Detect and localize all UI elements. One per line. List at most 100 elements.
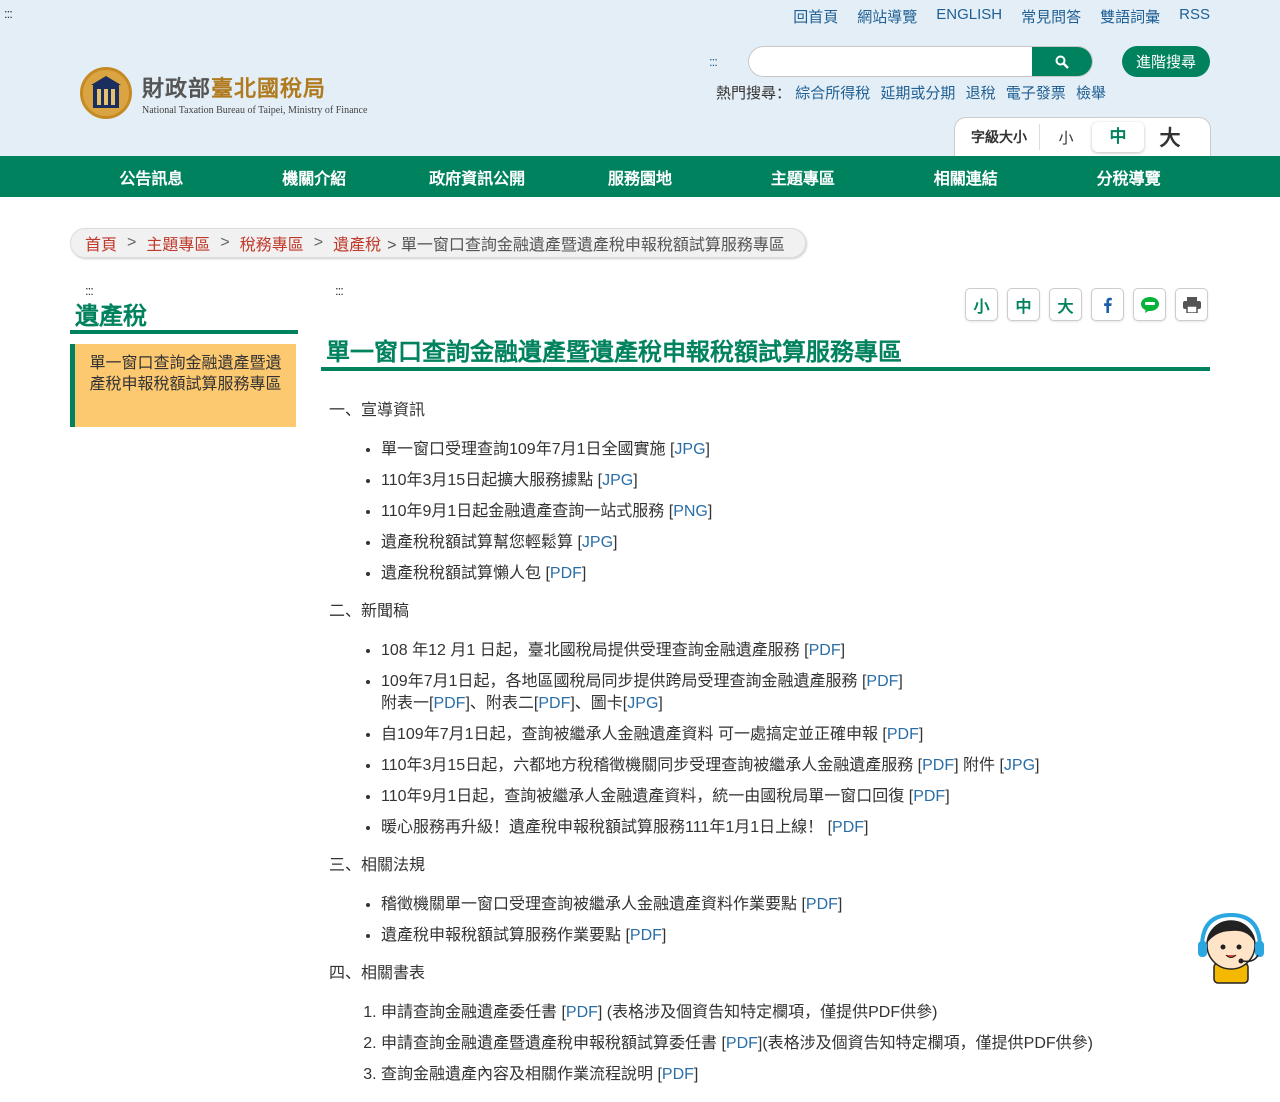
print-icon [1182,296,1201,313]
hot-search-item[interactable]: 延期或分期 [880,85,955,102]
font-size-switcher: 字級大小 小 中 大 [954,117,1211,156]
press-list: 108 年12 月1 日起，臺北國稅局提供受理查詢金融遺產服務 [PDF] 10… [329,640,1209,839]
accesskey-search[interactable]: ::: [709,54,718,69]
file-link[interactable]: PDF [913,788,945,805]
nav-item-announcements[interactable]: 公告訊息 [70,165,233,189]
text-size-large-button[interactable]: 大 [1049,288,1082,321]
file-link[interactable]: PDF [630,927,662,944]
top-link-glossary[interactable]: 雙語詞彙 [1100,6,1160,27]
nav-item-branches[interactable]: 分稅導覽 [1047,165,1210,189]
file-link[interactable]: PDF [806,896,838,913]
section-heading: 一、宣導資訊 [329,402,426,419]
section-heading: 二、新聞稿 [329,603,410,620]
top-link-rss[interactable]: RSS [1179,6,1210,27]
list-item: 申請查詢金融遺產暨遺產稅申報稅額試算委任書 [PDF](表格涉及個資告知特定欄項… [381,1033,1209,1055]
file-link[interactable]: PDF [433,695,465,712]
list-item: 單一窗口受理查詢109年7月1日全國實施 [JPG] [381,439,1209,461]
file-link[interactable]: JPG [602,472,633,489]
file-link[interactable]: PDF [662,1066,694,1083]
logo-name-en: National Taxation Bureau of Taipei, Mini… [142,104,368,116]
sidebar-item-current[interactable]: 單一窗口查詢金融遺產暨遺產稅申報稅額試算服務專區 [70,344,296,427]
site-logo[interactable]: 財政部臺北國稅局 National Taxation Bureau of Tai… [80,67,367,119]
font-size-medium[interactable]: 中 [1092,122,1144,152]
hot-search-item[interactable]: 綜合所得稅 [795,85,870,102]
file-link[interactable]: PDF [550,565,582,582]
main-content: 一、宣導資訊 單一窗口受理查詢109年7月1日全國實施 [JPG] 110年3月… [329,400,1209,1102]
sidebar-divider [70,330,298,334]
list-item: 109年7月1日起，各地區國稅局同步提供跨局受理查詢金融遺產服務 [PDF]附表… [381,671,1209,715]
nav-item-gov-info[interactable]: 政府資訊公開 [396,165,559,189]
accesskey-top[interactable]: ::: [4,6,13,21]
print-button[interactable] [1175,288,1208,321]
breadcrumb-separator: > [313,234,324,251]
logo-name-ministry: 財政部 [142,75,212,102]
search-box [748,46,1093,77]
file-link[interactable]: JPG [674,441,705,458]
hot-search-label: 熱門搜尋： [716,85,792,102]
font-size-small[interactable]: 小 [1040,127,1092,148]
advanced-search-button[interactable]: 進階搜尋 [1122,46,1210,77]
page-tools: 小 中 大 [965,288,1208,321]
list-item: 暖心服務再升級！遺產稅申報稅額試算服務111年1月1日上線！ [PDF] [381,817,1209,839]
file-link[interactable]: PDF [809,642,841,659]
file-link[interactable]: PDF [538,695,570,712]
list-item: 110年3月15日起，六都地方稅稽徵機關同步受理查詢被繼承人金融遺產服務 [PD… [381,755,1209,777]
nav-item-links[interactable]: 相關連結 [884,165,1047,189]
list-item: 110年3月15日起擴大服務據點 [JPG] [381,470,1209,492]
breadcrumb: 首頁 > 主題專區 > 稅務專區 > 遺產稅 > 單一窗口查詢金融遺產暨遺產稅申… [70,228,806,258]
list-item: 自109年7月1日起，查詢被繼承人金融遺產資料 可一處搞定並正確申報 [PDF] [381,724,1209,746]
file-link[interactable]: PDF [832,819,864,836]
breadcrumb-home[interactable]: 首頁 [85,231,117,255]
list-item: 申請查詢金融遺產委任書 [PDF] (表格涉及個資告知特定欄項，僅提供PDF供參… [381,1002,1209,1024]
file-link[interactable]: PDF [866,673,898,690]
file-link[interactable]: JPG [627,695,658,712]
font-size-large[interactable]: 大 [1144,122,1196,152]
list-item: 108 年12 月1 日起，臺北國稅局提供受理查詢金融遺產服務 [PDF] [381,640,1209,662]
list-item: 110年9月1日起，查詢被繼承人金融遺產資料，統一由國稅局單一窗口回復 [PDF… [381,786,1209,808]
facebook-share-button[interactable] [1091,288,1124,321]
file-link[interactable]: PNG [673,503,708,520]
top-link-home[interactable]: 回首頁 [793,6,838,27]
file-link[interactable]: PDF [726,1035,758,1052]
line-share-button[interactable] [1133,288,1166,321]
text-size-medium-button[interactable]: 中 [1007,288,1040,321]
hot-search: 熱門搜尋： 綜合所得稅 延期或分期 退稅 電子發票 檢舉 [716,82,1112,103]
file-link[interactable]: PDF [887,726,919,743]
hot-search-item[interactable]: 退稅 [966,85,996,102]
regulation-list: 稽徵機關單一窗口受理查詢被繼承人金融遺產資料作業要點 [PDF] 遺產稅申報稅額… [329,894,1209,947]
top-link-english[interactable]: ENGLISH [936,6,1002,27]
facebook-icon [1103,297,1112,313]
list-item: 查詢金融遺產內容及相關作業流程說明 [PDF] [381,1064,1209,1086]
file-link[interactable]: JPG [1004,757,1035,774]
file-link[interactable]: PDF [566,1004,598,1021]
nav-item-topics[interactable]: 主題專區 [721,165,884,189]
hot-search-item[interactable]: 檢舉 [1076,85,1106,102]
top-link-sitemap[interactable]: 網站導覽 [857,6,917,27]
breadcrumb-estate-tax[interactable]: 遺產稅 [333,231,381,255]
line-icon [1140,296,1159,313]
search-input[interactable] [749,47,1029,76]
breadcrumb-topics[interactable]: 主題專區 [146,231,210,255]
hot-search-item[interactable]: 電子發票 [1006,85,1066,102]
forms-list: 申請查詢金融遺產委任書 [PDF] (表格涉及個資告知特定欄項，僅提供PDF供參… [329,1002,1209,1086]
site-header: ::: 回首頁 網站導覽 ENGLISH 常見問答 雙語詞彙 RSS 財政部臺北… [0,0,1280,156]
list-item: 遺產稅稅額試算懶人包 [PDF] [381,563,1209,585]
top-links: 回首頁 網站導覽 ENGLISH 常見問答 雙語詞彙 RSS [774,6,1210,27]
nav-item-about[interactable]: 機關介紹 [233,165,396,189]
top-link-faq[interactable]: 常見問答 [1021,6,1081,27]
logo-emblem-icon [80,67,132,119]
breadcrumb-tax[interactable]: 稅務專區 [240,231,304,255]
font-size-label: 字級大小 [955,124,1040,150]
list-item: 遺產稅稅額試算幫您輕鬆算 [JPG] [381,532,1209,554]
list-item: 稽徵機關單一窗口受理查詢被繼承人金融遺產資料作業要點 [PDF] [381,894,1209,916]
page-title: 單一窗口查詢金融遺產暨遺產稅申報稅額試算服務專區 [326,339,902,366]
text-size-small-button[interactable]: 小 [965,288,998,321]
chatbot-mascot-icon [1198,912,1264,984]
search-button[interactable] [1032,47,1092,76]
file-link[interactable]: PDF [922,757,954,774]
promo-list: 單一窗口受理查詢109年7月1日全國實施 [JPG] 110年3月15日起擴大服… [329,439,1209,585]
nav-item-services[interactable]: 服務園地 [559,165,722,189]
file-link[interactable]: JPG [582,534,613,551]
accesskey-main[interactable]: ::: [335,283,344,298]
chatbot-mascot-button[interactable] [1196,912,1266,985]
